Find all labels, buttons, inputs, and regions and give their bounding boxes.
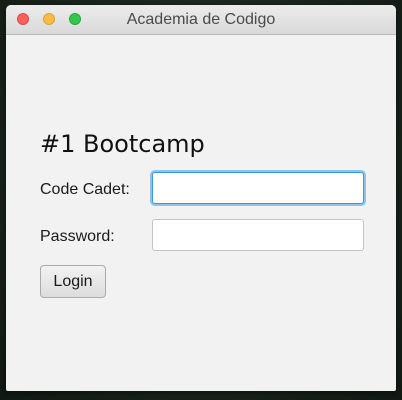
password-input[interactable] xyxy=(152,219,364,251)
window-title: Academia de Codigo xyxy=(126,11,276,28)
code-cadet-label: Code Cadet: xyxy=(40,181,130,198)
login-button[interactable]: Login xyxy=(40,265,106,298)
login-window: Academia de Codigo #1 Bootcamp Code Cade… xyxy=(6,5,396,391)
code-cadet-input[interactable] xyxy=(152,172,364,204)
bootcamp-heading: #1 Bootcamp xyxy=(40,130,205,158)
title-bar[interactable]: Academia de Codigo xyxy=(6,5,396,35)
password-label: Password: xyxy=(40,228,115,245)
